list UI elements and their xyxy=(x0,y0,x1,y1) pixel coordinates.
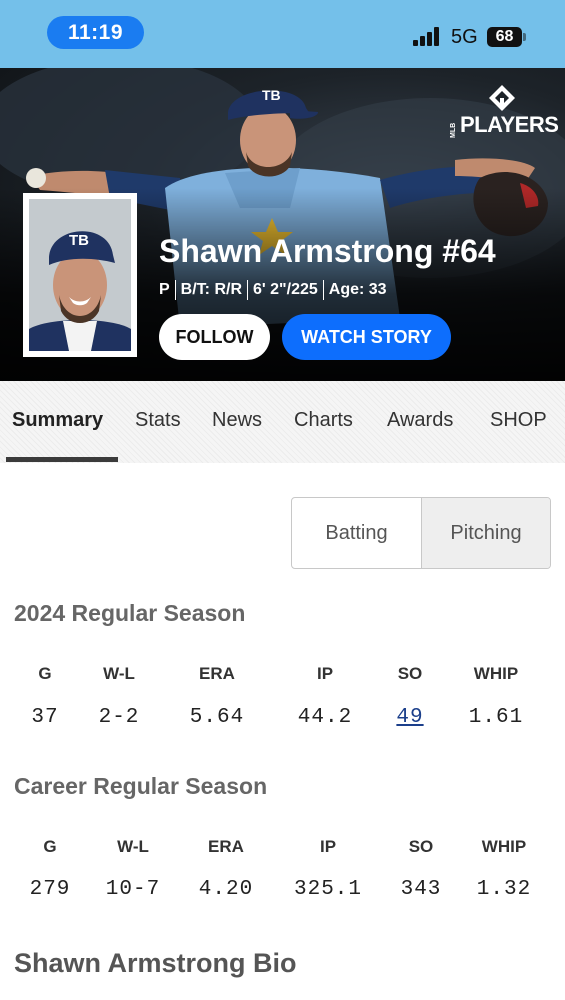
svg-text:TB: TB xyxy=(262,87,281,103)
batting-toggle[interactable]: Batting xyxy=(292,498,421,568)
tab-news[interactable]: News xyxy=(212,409,262,432)
players-diamond-icon xyxy=(489,85,515,111)
pitching-toggle[interactable]: Pitching xyxy=(421,498,550,568)
career-header-g: G xyxy=(43,837,57,856)
tab-charts[interactable]: Charts xyxy=(294,409,353,432)
meta-divider xyxy=(322,280,324,300)
career-value-wl: 10-7 xyxy=(105,878,161,901)
logo-mlb-text: MLB xyxy=(450,122,457,138)
season-value-wl: 2-2 xyxy=(98,706,140,729)
bio-title: Shawn Armstrong Bio xyxy=(14,948,297,978)
logo-players-text: PLAYERS xyxy=(460,112,559,137)
season-value-ip: 44.2 xyxy=(297,706,353,729)
tab-shop[interactable]: SHOP xyxy=(490,409,547,432)
career-title: Career Regular Season xyxy=(14,773,268,799)
svg-text:TB: TB xyxy=(69,232,89,249)
battery-nub xyxy=(523,33,526,41)
season-title: 2024 Regular Season xyxy=(14,600,246,626)
player-tabs: Summary Stats News Charts Awards SHOP xyxy=(0,381,565,463)
season-value-whip: 1.61 xyxy=(468,706,524,729)
status-bar: 11:19 5G 68 xyxy=(0,0,565,68)
tab-summary[interactable]: Summary xyxy=(12,409,103,432)
season-header-wl: W-L xyxy=(103,664,135,683)
player-bats-throws: B/T: R/R xyxy=(180,281,242,298)
watch-story-button[interactable]: WATCH STORY xyxy=(282,314,451,360)
player-height-weight: 6' 2"/225 xyxy=(253,281,318,298)
career-value-g: 279 xyxy=(29,878,71,901)
player-position: P xyxy=(159,281,170,298)
meta-divider xyxy=(247,280,248,300)
active-tab-indicator xyxy=(6,457,118,462)
battery-icon: 68 xyxy=(487,27,522,47)
career-value-so: 343 xyxy=(400,878,442,901)
season-header-whip: WHIP xyxy=(473,664,519,683)
career-header-ip: IP xyxy=(319,837,337,856)
player-name: Shawn Armstrong #64 xyxy=(159,233,496,269)
season-header-ip: IP xyxy=(316,664,334,683)
tab-stats[interactable]: Stats xyxy=(135,409,181,432)
follow-button[interactable]: FOLLOW xyxy=(159,314,270,360)
career-value-whip: 1.32 xyxy=(476,878,532,901)
headshot-photo: TB xyxy=(29,199,131,351)
signal-icon xyxy=(413,27,441,46)
career-value-era: 4.20 xyxy=(198,878,254,901)
career-value-ip: 325.1 xyxy=(293,878,363,901)
stat-type-toggle: Batting Pitching xyxy=(291,497,551,569)
career-header-so: SO xyxy=(408,837,434,856)
season-header-era: ERA xyxy=(199,664,235,683)
mlb-players-logo: MLB PLAYERS xyxy=(450,82,559,142)
network-label: 5G xyxy=(451,26,478,48)
player-age: Age: 33 xyxy=(328,281,387,298)
season-value-so-link[interactable]: 49 xyxy=(396,706,423,729)
season-header-so: SO xyxy=(397,664,423,683)
player-headshot: TB xyxy=(23,193,137,357)
career-header-era: ERA xyxy=(208,837,244,856)
career-header-whip: WHIP xyxy=(481,837,527,856)
career-header-wl: W-L xyxy=(117,837,149,856)
player-meta: P B/T: R/R 6' 2"/225 Age: 33 xyxy=(159,280,387,300)
tab-awards[interactable]: Awards xyxy=(387,409,453,432)
meta-divider xyxy=(174,280,176,300)
status-time: 11:19 xyxy=(47,16,144,49)
player-hero: TB MLB PLAYERS TB Shawn Armstrong #64 P … xyxy=(0,68,565,381)
season-value-era: 5.64 xyxy=(189,706,245,729)
season-header-g: G xyxy=(38,664,52,683)
season-value-g: 37 xyxy=(31,706,59,729)
